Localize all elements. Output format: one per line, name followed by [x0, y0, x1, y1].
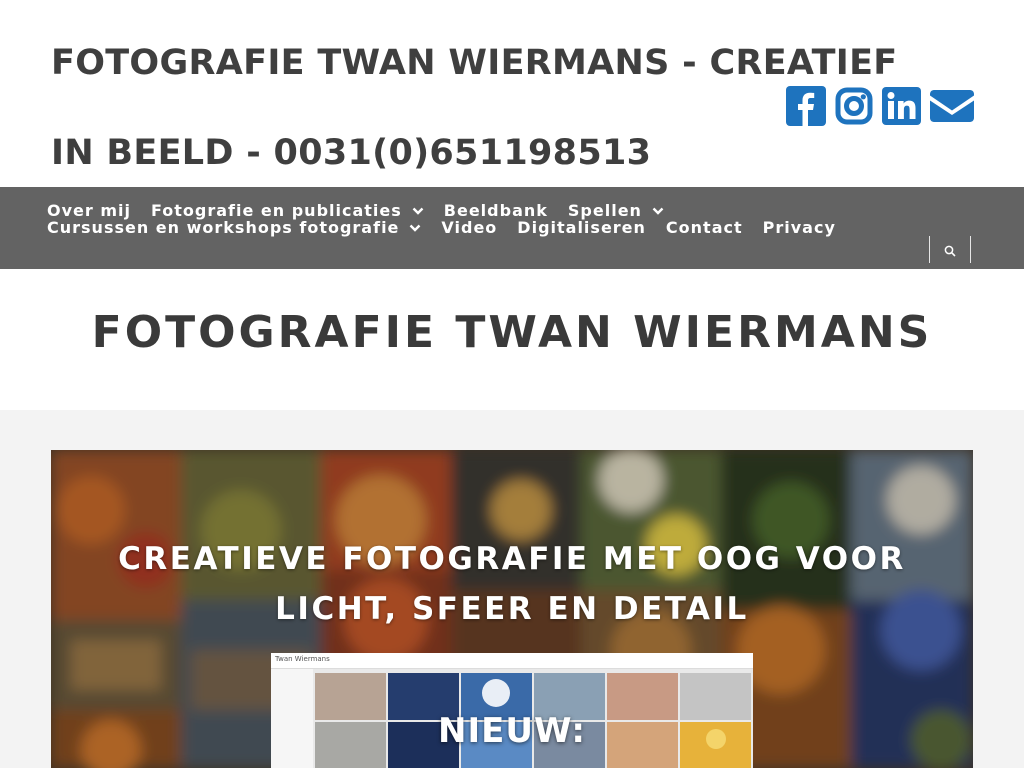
page-title-band: FOTOGRAFIE TWAN WIERMANS — [0, 269, 1024, 410]
nav-item-label: Video — [441, 218, 498, 237]
facebook-link[interactable] — [786, 86, 826, 126]
nav-item-label: Cursussen en workshops fotografie — [47, 218, 400, 237]
nav-item-digitaliseren[interactable]: Digitaliseren — [517, 219, 646, 237]
facebook-icon — [786, 86, 826, 126]
nav-item-label: Digitaliseren — [517, 218, 646, 237]
main-navigation: Over mij Fotografie en publicaties Beeld… — [0, 187, 1024, 269]
hero-banner: CREATIEVE FOTOGRAFIE MET OOG VOOR LICHT,… — [51, 450, 973, 768]
hero-heading: CREATIEVE FOTOGRAFIE MET OOG VOOR LICHT,… — [118, 541, 906, 627]
instagram-link[interactable] — [835, 86, 873, 126]
nav-item-privacy[interactable]: Privacy — [763, 219, 836, 237]
chevron-down-icon — [412, 207, 424, 215]
nav-item-contact[interactable]: Contact — [666, 219, 743, 237]
site-header: FOTOGRAFIE TWAN WIERMANS - CREATIEF IN B… — [0, 0, 1024, 187]
nav-item-label: Privacy — [762, 218, 836, 237]
nav-item-cursussen-en-workshops[interactable]: Cursussen en workshops fotografie — [47, 219, 421, 237]
website-preview-image[interactable]: Twan Wiermans NIEUW: — [271, 653, 753, 768]
linkedin-link[interactable] — [882, 86, 921, 126]
nav-item-video[interactable]: Video — [441, 219, 497, 237]
email-icon — [930, 90, 974, 122]
instagram-icon — [835, 87, 873, 125]
chevron-down-icon — [652, 207, 664, 215]
nav-row-2: Cursussen en workshops fotografie Video … — [47, 219, 856, 237]
search-toggle[interactable] — [929, 236, 971, 263]
email-link[interactable] — [930, 86, 974, 126]
social-links — [786, 86, 974, 126]
chevron-down-icon — [410, 224, 421, 232]
page-title: FOTOGRAFIE TWAN WIERMANS — [91, 307, 933, 358]
search-icon — [944, 245, 956, 257]
nav-item-label: Contact — [665, 218, 743, 237]
linkedin-icon — [882, 87, 921, 125]
new-badge: NIEUW: — [438, 711, 586, 751]
